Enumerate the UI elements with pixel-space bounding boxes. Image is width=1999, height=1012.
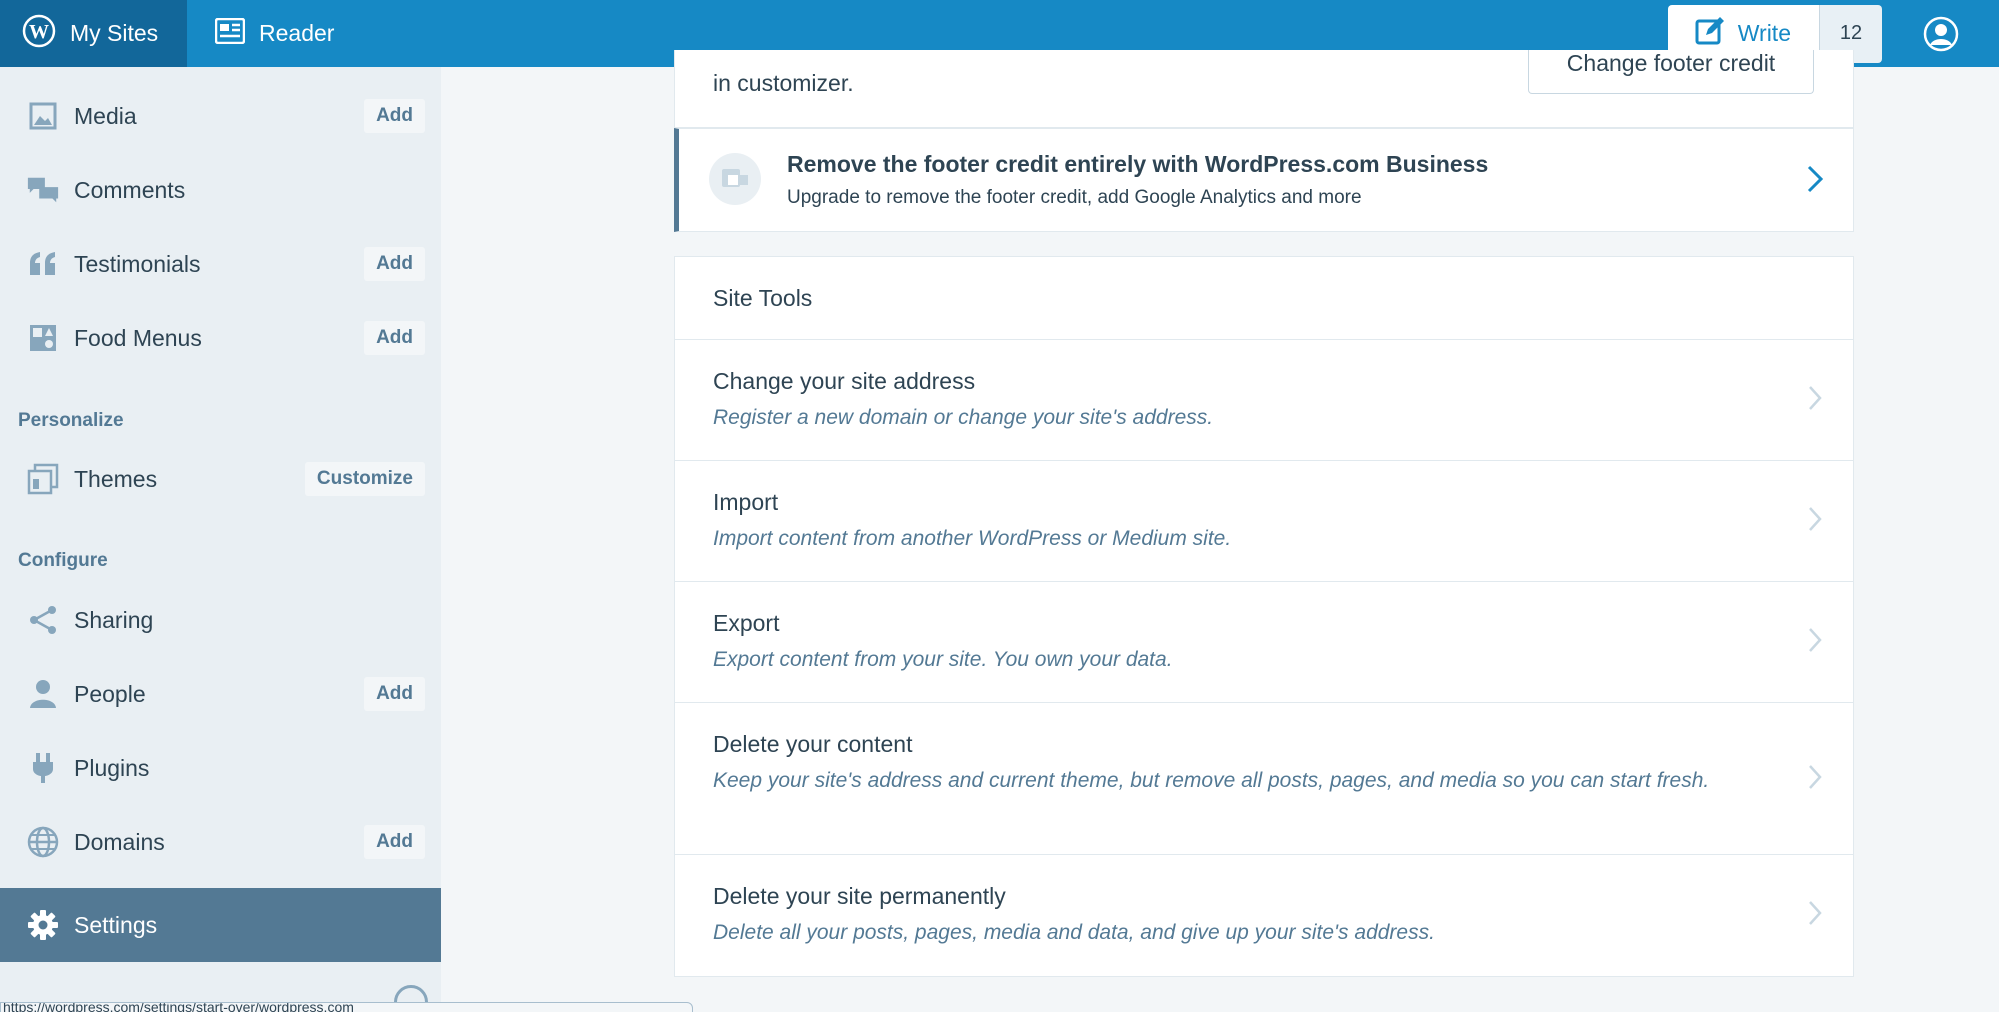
share-icon: [26, 603, 60, 637]
gear-icon: [26, 908, 60, 942]
personalize-heading: Personalize: [18, 410, 124, 431]
add-testimonial-button[interactable]: Add: [364, 247, 425, 281]
reader-icon: [214, 17, 246, 50]
tool-title: Change your site address: [713, 368, 976, 394]
customize-button[interactable]: Customize: [304, 462, 425, 496]
tool-description: Export content from your site. You own y…: [713, 648, 1173, 671]
footer-credit-icon: [709, 153, 761, 205]
upsell-subtitle: Upgrade to remove the footer credit, add…: [787, 187, 1362, 208]
sidebar-item-label: Sharing: [74, 606, 154, 633]
tool-title: Export: [713, 610, 780, 636]
tool-title: Delete your site permanently: [713, 883, 1006, 909]
business-upsell-banner[interactable]: Remove the footer credit entirely with W…: [674, 128, 1854, 232]
sidebar-item-testimonials[interactable]: Testimonials Add: [0, 227, 441, 301]
chevron-right-icon: [1807, 899, 1823, 932]
tool-description: Import content from another WordPress or…: [713, 527, 1232, 550]
globe-icon: [26, 825, 60, 859]
sidebar-item-themes[interactable]: Themes Customize: [0, 442, 441, 516]
delete-site-row[interactable]: Delete your site permanently Delete all …: [674, 855, 1854, 977]
person-icon: [26, 677, 60, 711]
sidebar-item-domains[interactable]: Domains Add: [0, 805, 441, 879]
site-tools-header: Site Tools: [674, 256, 1854, 340]
wordpress-logo-icon: W: [22, 14, 56, 54]
sidebar-item-label: Plugins: [74, 754, 150, 781]
sidebar-item-label: Settings: [74, 911, 158, 938]
change-site-address-row[interactable]: Change your site address Register a new …: [674, 340, 1854, 461]
sidebar-item-media[interactable]: Media Add: [0, 79, 441, 153]
svg-text:W: W: [29, 21, 49, 43]
delete-content-row[interactable]: Delete your content Keep your site's add…: [674, 703, 1854, 855]
chevron-right-icon: [1805, 163, 1825, 200]
tool-title: Delete your content: [713, 731, 913, 757]
food-menu-icon: [26, 321, 60, 355]
themes-icon: [26, 462, 60, 496]
add-media-button[interactable]: Add: [364, 99, 425, 133]
add-food-menu-button[interactable]: Add: [364, 321, 425, 355]
tool-description: Register a new domain or change your sit…: [713, 406, 1214, 429]
sidebar-item-sharing[interactable]: Sharing: [0, 583, 441, 657]
sidebar-item-people[interactable]: People Add: [0, 657, 441, 731]
plug-icon: [26, 751, 60, 785]
write-label: Write: [1737, 20, 1791, 46]
upsell-title: Remove the footer credit entirely with W…: [787, 151, 1489, 177]
reader-label: Reader: [259, 20, 335, 46]
edit-icon: [1694, 15, 1726, 53]
export-row[interactable]: Export Export content from your site. Yo…: [674, 582, 1854, 703]
media-icon: [26, 99, 60, 133]
comments-icon: [26, 173, 60, 207]
reader-button[interactable]: Reader: [187, 0, 358, 67]
footer-credit-text: in customizer.: [713, 70, 854, 96]
chevron-right-icon: [1807, 505, 1823, 538]
profile-icon: [1923, 16, 1958, 51]
sidebar-item-comments[interactable]: Comments: [0, 153, 441, 227]
link-status-bar: https://wordpress.com/settings/start-ove…: [0, 1002, 693, 1012]
configure-heading: Configure: [18, 550, 108, 571]
my-sites-button[interactable]: W My Sites: [0, 0, 187, 67]
quote-icon: [26, 247, 60, 281]
sidebar: Media Add Comments Testimonials Add Food…: [0, 67, 441, 1012]
tool-title: Import: [713, 489, 779, 515]
change-footer-credit-button[interactable]: Change footer credit: [1528, 50, 1814, 94]
sidebar-item-plugins[interactable]: Plugins: [0, 731, 441, 805]
tool-description: Keep your site's address and current the…: [713, 769, 1710, 792]
change-footer-credit-label: Change footer credit: [1566, 50, 1776, 76]
sidebar-item-settings[interactable]: Settings: [0, 888, 441, 962]
avatar[interactable]: [1882, 0, 1999, 67]
my-sites-label: My Sites: [70, 20, 159, 46]
chevron-right-icon: [1807, 763, 1823, 796]
import-row[interactable]: Import Import content from another WordP…: [674, 461, 1854, 582]
add-domain-button[interactable]: Add: [364, 825, 425, 859]
tool-description: Delete all your posts, pages, media and …: [713, 921, 1435, 944]
status-url: https://wordpress.com/settings/start-ove…: [3, 1002, 354, 1012]
chevron-right-icon: [1807, 626, 1823, 659]
site-tools-title: Site Tools: [713, 285, 813, 311]
add-people-button[interactable]: Add: [364, 677, 425, 711]
sidebar-item-label: Comments: [74, 176, 186, 203]
chevron-right-icon: [1807, 384, 1823, 417]
sidebar-item-food-menus[interactable]: Food Menus Add: [0, 301, 441, 375]
